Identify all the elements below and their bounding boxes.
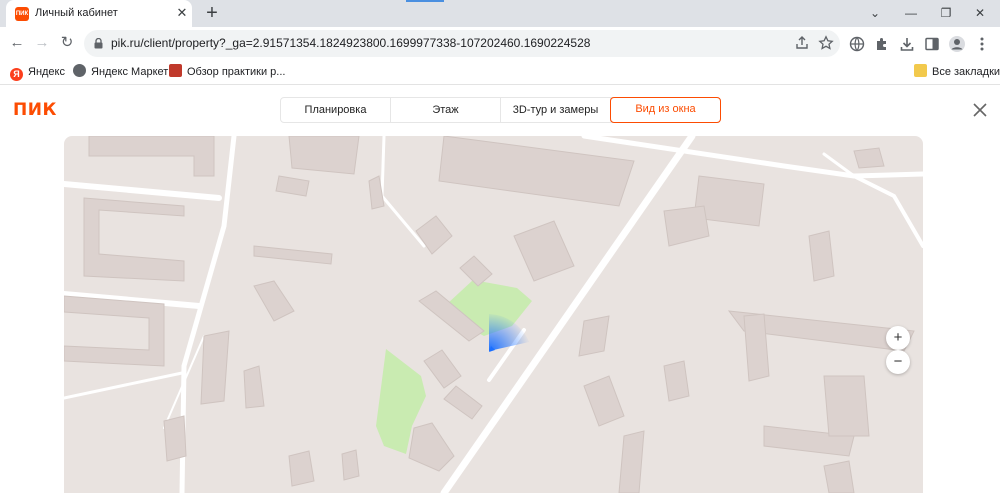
browser-toolbar: ← → ↻ pik.ru/client/property?_ga=2.91571… — [0, 27, 1000, 60]
share-icon[interactable] — [794, 35, 810, 51]
tab-3d-tour[interactable]: 3D-тур и замеры — [501, 98, 611, 122]
back-button[interactable]: ← — [8, 34, 26, 52]
download-icon[interactable] — [898, 35, 916, 53]
map-canvas — [64, 136, 923, 493]
zoom-out-button[interactable]: − — [886, 350, 910, 374]
view-tabs: Планировка Этаж 3D-тур и замеры Вид из о… — [280, 97, 721, 123]
bookmark-yandex[interactable]: Я Яндекс — [10, 64, 65, 81]
tab-title: Личный кабинет — [35, 7, 118, 19]
translate-icon[interactable] — [848, 35, 866, 53]
lock-icon — [94, 38, 103, 49]
tab-strip-accent — [406, 0, 444, 2]
folder-icon — [914, 64, 927, 77]
bookmark-label: Яндекс — [28, 66, 65, 78]
tab-close-icon[interactable]: ✕ — [174, 5, 190, 21]
profile-avatar-icon[interactable] — [948, 35, 966, 53]
bookmark-label: Обзор практики р... — [187, 66, 286, 78]
view-direction-cone — [489, 314, 529, 352]
all-bookmarks[interactable]: Все закладки — [914, 64, 1000, 80]
tab-floor[interactable]: Этаж — [391, 98, 501, 122]
minimize-button[interactable]: — — [901, 4, 921, 22]
zoom-in-button[interactable]: + — [886, 326, 910, 350]
tab-layout[interactable]: Планировка — [281, 98, 391, 122]
browser-menu-icon[interactable] — [973, 35, 991, 53]
browser-tab-strip: ПИК Личный кабинет ✕ + ⌄ — ❐ ✕ — [0, 0, 1000, 27]
reload-button[interactable]: ↻ — [58, 34, 76, 52]
window-close-button[interactable]: ✕ — [970, 4, 990, 22]
tab-window-view[interactable]: Вид из окна — [610, 97, 721, 123]
bookmark-label: Яндекс Маркет — [91, 66, 169, 78]
site-favicon-icon: ПИК — [15, 7, 29, 21]
bookmark-yandex-market[interactable]: Яндекс Маркет — [73, 64, 168, 80]
bookmark-obzor[interactable]: Обзор практики р... — [169, 64, 285, 80]
extensions-icon[interactable] — [873, 35, 891, 53]
yandex-icon: Я — [10, 68, 23, 81]
close-icon[interactable] — [970, 100, 990, 120]
globe-icon — [73, 64, 86, 77]
page-header: ПИК Планировка Этаж 3D-тур и замеры Вид … — [0, 86, 1000, 136]
new-tab-button[interactable]: + — [202, 3, 222, 24]
restore-button[interactable]: ❐ — [936, 4, 956, 22]
site-icon — [169, 64, 182, 77]
map[interactable]: + − — [64, 136, 923, 493]
pik-logo[interactable]: ПИК — [13, 100, 57, 120]
tab-search-icon[interactable]: ⌄ — [865, 4, 885, 22]
side-panel-icon[interactable] — [923, 35, 941, 53]
forward-button[interactable]: → — [33, 34, 51, 52]
address-bar[interactable]: pik.ru/client/property?_ga=2.91571354.18… — [84, 30, 840, 57]
all-bookmarks-label: Все закладки — [932, 66, 1000, 78]
bookmarks-bar: Я Яндекс Яндекс Маркет Обзор практики р..… — [0, 60, 1000, 85]
browser-tab[interactable]: ПИК Личный кабинет ✕ — [6, 0, 192, 27]
url-text: pik.ru/client/property?_ga=2.91571354.18… — [111, 36, 591, 50]
bookmark-star-icon[interactable] — [818, 35, 834, 51]
